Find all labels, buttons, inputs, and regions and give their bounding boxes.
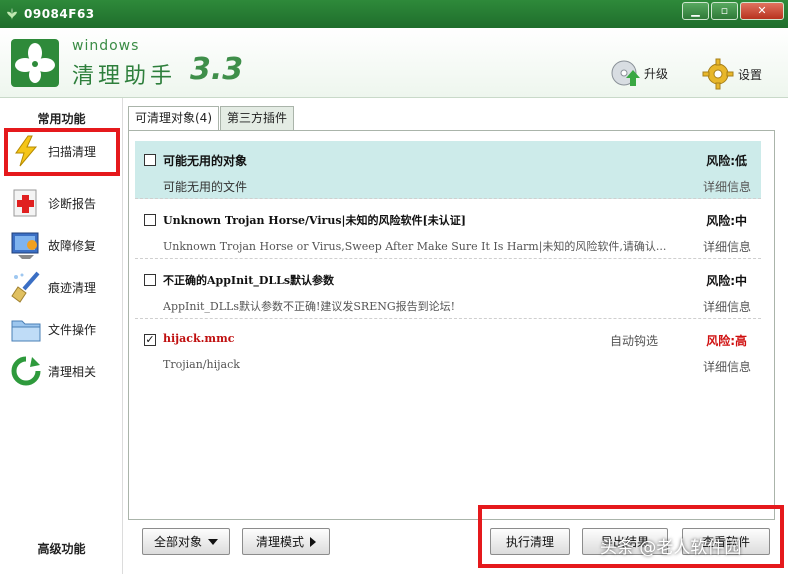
list-item[interactable]: ✓ hijack.mmc 自动钩选 Trojian/hijack 风险:高 详细…	[135, 321, 761, 379]
details-link[interactable]: 详细信息	[703, 298, 751, 315]
sidebar-item-label: 故障修复	[48, 238, 97, 253]
item-description: AppInit_DLLs默认参数不正确!建议发SRENG报告到论坛!	[163, 300, 456, 313]
tab-third-party-plugins[interactable]: 第三方插件	[220, 106, 295, 130]
clean-mode-button[interactable]: 清理模式	[242, 528, 330, 555]
details-link[interactable]: 详细信息	[703, 178, 751, 195]
sidebar-item-label: 文件操作	[48, 322, 97, 337]
clover-leaf-icon	[7, 8, 17, 20]
sidebar-item-file-operation[interactable]: 文件操作	[10, 310, 120, 348]
sidebar-item-diagnostic-report[interactable]: 诊断报告	[10, 184, 120, 222]
item-description: Unknown Trojan Horse or Virus,Sweep Afte…	[163, 240, 667, 253]
list-item[interactable]: 不正确的AppInit_DLLs默认参数 AppInit_DLLs默认参数不正确…	[135, 261, 761, 319]
list-item[interactable]: Unknown Trojan Horse/Virus|未知的风险软件[未认证] …	[135, 201, 761, 259]
settings-label: 设置	[738, 67, 763, 82]
close-button[interactable]: ✕	[740, 2, 784, 20]
item-checkbox[interactable]	[144, 154, 156, 166]
risk-label: 风险:高	[706, 334, 747, 348]
minimize-icon: ▁	[691, 4, 700, 17]
sidebar-item-label: 诊断报告	[48, 196, 97, 211]
restore-icon: ▫	[720, 4, 729, 17]
brand-name: 清理助手	[72, 64, 177, 89]
window-title: 09084F63	[24, 7, 95, 21]
close-icon: ✕	[757, 4, 767, 17]
settings-button[interactable]: 设置	[702, 58, 762, 90]
repair-tools-icon	[11, 232, 39, 259]
app-header: windows 清理助手 3.3 升级 设置	[0, 28, 788, 98]
item-name: Unknown Trojan Horse/Virus|未知的风险软件[未认证]	[163, 214, 466, 227]
refresh-arrow-icon	[11, 356, 41, 386]
upgrade-label: 升级	[644, 66, 669, 81]
sidebar-item-trace-clean[interactable]: 痕迹清理	[10, 268, 120, 306]
cleanable-objects-list: 可能无用的对象 可能无用的文件 风险:低 详细信息 Unknown Trojan…	[128, 130, 775, 520]
advanced-functions-heading: 高级功能	[37, 542, 86, 556]
caret-right-icon	[310, 536, 316, 547]
item-checkbox-checked[interactable]: ✓	[144, 334, 156, 346]
clean-mode-label: 清理模式	[255, 535, 304, 549]
gear-icon	[702, 58, 734, 90]
minimize-button[interactable]: ▁	[682, 2, 709, 20]
details-link[interactable]: 详细信息	[703, 238, 751, 255]
brand-windows: windows	[72, 38, 140, 54]
disc-upgrade-icon	[611, 60, 640, 86]
sidebar-item-label: 清理相关	[48, 364, 97, 379]
auto-checked-tag: 自动钩选	[610, 334, 659, 348]
all-objects-label: 全部对象	[153, 535, 202, 549]
clover-logo-icon	[11, 39, 59, 87]
item-checkbox[interactable]	[144, 214, 156, 226]
folder-icon	[11, 320, 41, 342]
broom-icon	[11, 271, 40, 303]
tab-bar: 可清理对象(4) 第三方插件	[128, 106, 295, 131]
brand-version: 3.3	[190, 52, 244, 87]
item-name: 不正确的AppInit_DLLs默认参数	[163, 274, 335, 287]
tab-cleanable-objects[interactable]: 可清理对象(4)	[128, 106, 219, 131]
details-link[interactable]: 详细信息	[703, 358, 751, 375]
item-description: Trojian/hijack	[163, 358, 240, 371]
sidebar: 常用功能 扫描清理 诊断报告 故障修复 痕迹清理 文件操作 清理相关 高级功能	[0, 98, 123, 574]
sidebar-item-fault-repair[interactable]: 故障修复	[10, 226, 120, 264]
checkmark-icon: ✓	[145, 333, 155, 346]
title-bar: 09084F63 ▁ ▫ ✕	[0, 0, 788, 28]
sidebar-item-clean-related[interactable]: 清理相关	[10, 352, 120, 390]
all-objects-dropdown[interactable]: 全部对象	[142, 528, 230, 555]
watermark: 头条 @老人软件园	[600, 538, 742, 558]
sidebar-item-label: 痕迹清理	[48, 280, 97, 295]
risk-label: 风险:中	[706, 274, 747, 288]
item-name: 可能无用的对象	[163, 154, 248, 168]
item-description: 可能无用的文件	[163, 180, 248, 194]
restore-button[interactable]: ▫	[711, 2, 738, 20]
risk-label: 风险:中	[706, 214, 747, 228]
risk-label: 风险:低	[706, 154, 747, 168]
highlight-frame-scan-clean	[4, 128, 120, 176]
medical-cross-icon	[13, 189, 37, 217]
item-name: hijack.mmc	[163, 332, 235, 345]
caret-down-icon	[208, 538, 218, 545]
upgrade-button[interactable]: 升级	[610, 58, 668, 88]
common-functions-heading: 常用功能	[37, 112, 86, 126]
list-item[interactable]: 可能无用的对象 可能无用的文件 风险:低 详细信息	[135, 141, 761, 199]
item-checkbox[interactable]	[144, 274, 156, 286]
